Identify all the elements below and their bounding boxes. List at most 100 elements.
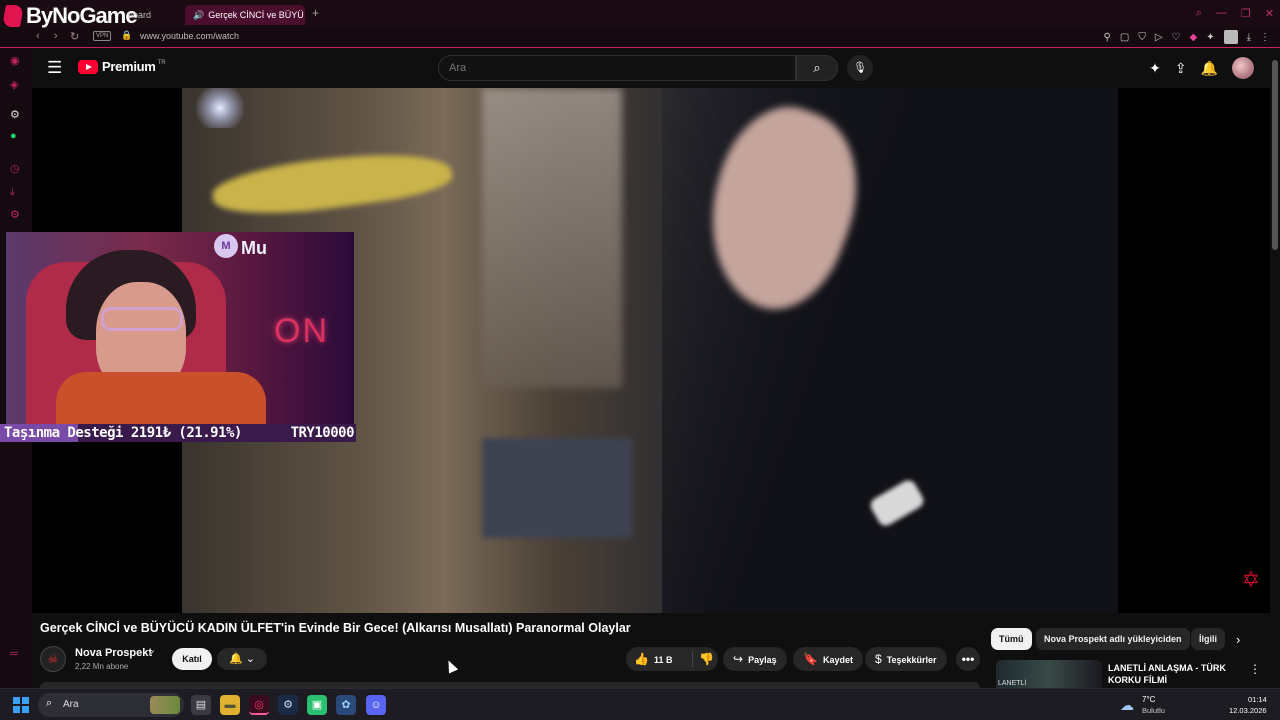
screenshot-icon[interactable]: ▢ <box>1120 32 1129 43</box>
page-scrollbar[interactable] <box>1270 48 1280 688</box>
dislike-button[interactable]: 👎 <box>692 651 714 667</box>
tab-dashboard[interactable]: board <box>120 5 180 25</box>
sidebar-menu-icon[interactable]: ═ <box>10 648 18 660</box>
windows-start-icon[interactable] <box>13 697 29 713</box>
puzzle-icon[interactable]: ✦ <box>1206 32 1214 43</box>
brand-mark-icon <box>2 5 24 27</box>
extension-icons: ⚲ ▢ ⛉ ▷ ♡ ◆ ✦ ⤓ ⋮ <box>1104 30 1270 44</box>
channel-name[interactable]: Nova Prospekt <box>75 647 152 659</box>
chatgpt-icon[interactable]: ⚙ <box>10 108 20 121</box>
cam-text: Mu <box>241 238 267 258</box>
tab-youtube[interactable]: 🔊 Gerçek CİNCİ ve BÜYÜ <box>185 5 305 25</box>
discord-icon[interactable]: ☺ <box>366 695 386 715</box>
pin-icon[interactable]: ⚲ <box>1104 32 1111 43</box>
search-button[interactable]: ⌕ <box>796 55 838 81</box>
chevron-right-icon[interactable]: › <box>1236 632 1240 647</box>
close-button[interactable]: ✕ <box>1265 7 1274 20</box>
related-more-icon[interactable]: ⋮ <box>1249 662 1261 676</box>
more-actions-button[interactable]: ••• <box>956 647 980 671</box>
youtube-header: ☰ Premium TR ⌕ 🎙 ✦ ⇪ 🔔 <box>32 48 1270 88</box>
taskbar-search[interactable]: ⌕ Ara <box>38 693 184 717</box>
microphone-icon: 🎙 <box>853 62 867 74</box>
browser-taskbar-icon[interactable]: ◎ <box>249 695 269 715</box>
subscriber-count: 2,22 Mn abone <box>75 662 129 671</box>
weather-description[interactable]: Bulutlu <box>1142 706 1165 715</box>
join-button[interactable]: Katıl <box>172 648 212 670</box>
verified-icon: ✔ <box>148 648 156 658</box>
extension-icon[interactable]: ◆ <box>1189 32 1197 43</box>
speed-dial-icon[interactable]: ◉ <box>10 54 20 67</box>
youtube-brand: Premium <box>102 59 156 74</box>
save-button[interactable]: 🔖 Kaydet <box>793 647 863 671</box>
cam-sweater <box>56 372 266 424</box>
search-box[interactable] <box>438 55 796 81</box>
browser-logo: ByNoGame <box>2 2 138 30</box>
maximize-button[interactable]: ❐ <box>1241 7 1251 20</box>
youtube-play-icon <box>78 59 98 74</box>
thanks-button[interactable]: $ Teşekkürler <box>865 647 947 671</box>
task-view-icon[interactable]: ▤ <box>191 695 211 715</box>
chip-all[interactable]: Tümü <box>991 628 1032 650</box>
download-icon[interactable]: ⤓ <box>10 186 15 199</box>
notifications-bell-icon[interactable]: 🔔 <box>1201 60 1218 77</box>
steam-icon[interactable]: ⚙ <box>278 695 298 715</box>
tab-bar: ByNoGame board 🔊 Gerçek CİNCİ ve BÜYÜ + ⌕… <box>0 0 1280 28</box>
channel-avatar[interactable]: ☠ <box>40 646 66 672</box>
save-label: Kaydet <box>822 655 853 665</box>
super-thanks-icon: $ <box>875 652 882 666</box>
scroll-thumb[interactable] <box>1272 60 1278 250</box>
history-icon[interactable]: ◷ <box>10 162 20 175</box>
new-tab-button[interactable]: + <box>312 6 319 20</box>
upload-icon[interactable]: ⇪ <box>1175 60 1187 77</box>
profile-avatar[interactable] <box>1223 30 1238 44</box>
chip-uploader[interactable]: Nova Prospekt adlı yükleyiciden <box>1036 628 1190 650</box>
search-highlight-art <box>150 696 180 714</box>
menu-icon[interactable]: ⋮ <box>1260 32 1270 43</box>
whatsapp-icon[interactable]: ● <box>10 130 17 142</box>
back-icon[interactable]: ‹ <box>36 30 40 42</box>
vpn-badge[interactable]: VPN <box>93 31 112 41</box>
lock-icon[interactable]: 🔒 <box>121 30 132 41</box>
weather-temperature[interactable]: 7°C <box>1142 695 1155 704</box>
clock-time[interactable]: 01:14 <box>1248 695 1267 704</box>
app-icon[interactable]: ✿ <box>336 695 356 715</box>
shield-icon[interactable]: ⛉ <box>1138 32 1146 43</box>
play-icon[interactable]: ▷ <box>1155 32 1163 43</box>
search-input[interactable] <box>449 62 779 74</box>
video-title: Gerçek CİNCİ ve BÜYÜCÜ KADIN ÜLFET'in Ev… <box>40 621 631 635</box>
search-icon[interactable]: ⌕ <box>1196 7 1202 20</box>
hamburger-menu-icon[interactable]: ☰ <box>47 58 62 78</box>
share-button[interactable]: ↪ Paylaş <box>723 647 787 671</box>
downloads-icon[interactable]: ⤓ <box>1247 32 1251 43</box>
account-avatar[interactable] <box>1232 57 1254 79</box>
voice-search-button[interactable]: 🎙 <box>847 55 873 81</box>
speaker-icon: 🔊 <box>193 10 205 20</box>
thanks-label: Teşekkürler <box>886 655 937 665</box>
cloud-icon[interactable]: ☁ <box>1120 697 1134 714</box>
youtube-logo[interactable]: Premium TR <box>78 59 166 74</box>
video-box <box>482 438 632 538</box>
related-video-title[interactable]: LANETLİ ANLAŞMA - TÜRK KORKU FİLMİ <box>1108 662 1236 686</box>
minimize-button[interactable]: — <box>1216 7 1227 20</box>
url-field[interactable]: www.youtube.com/watch <box>140 31 239 41</box>
file-explorer-icon[interactable]: ▬ <box>220 695 240 715</box>
settings-icon[interactable]: ⚙ <box>10 208 20 221</box>
whatsapp-taskbar-icon[interactable]: ▣ <box>307 695 327 715</box>
forward-icon[interactable]: › <box>54 30 58 42</box>
video-blur-object <box>209 141 455 225</box>
windows-taskbar: ⌕ Ara ▤ ▬ ◎ ⚙ ▣ ✿ ☺ ☁ 7°C Bulutlu 01:14 … <box>0 688 1280 720</box>
address-bar: ‹ › ↻ VPN 🔒 www.youtube.com/watch ⚲ ▢ ⛉ … <box>0 28 1280 48</box>
clock-date[interactable]: 12.03.2026 <box>1229 706 1267 715</box>
tab-label: Gerçek CİNCİ ve BÜYÜ <box>208 10 304 20</box>
chip-related[interactable]: İlgili <box>1191 628 1225 650</box>
game-icon[interactable]: ◈ <box>10 78 18 91</box>
subscribe-bell-button[interactable]: 🔔 ⌄ <box>217 648 267 670</box>
mouse-cursor <box>443 658 459 674</box>
reload-icon[interactable]: ↻ <box>70 30 79 43</box>
header-actions: ✦ ⇪ 🔔 <box>1149 57 1254 79</box>
gemini-icon[interactable]: ✦ <box>1149 60 1161 77</box>
like-button[interactable]: 👍 11 B <box>634 647 672 672</box>
video-light <box>190 88 250 128</box>
streamer-webcam: ON M Mu <box>6 232 354 424</box>
heart-icon[interactable]: ♡ <box>1172 32 1181 43</box>
